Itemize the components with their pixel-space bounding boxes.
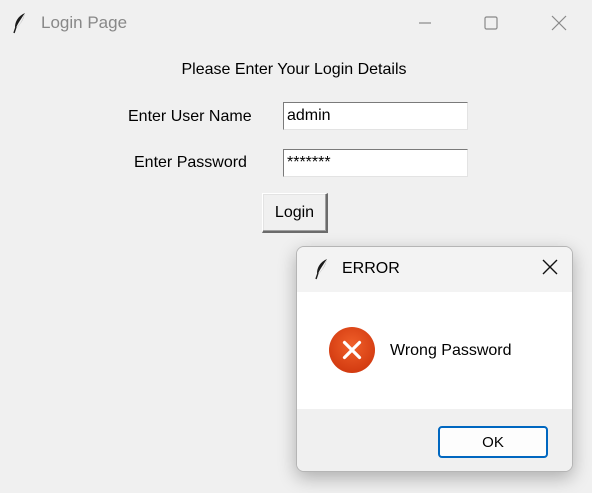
dialog-body: Wrong Password: [297, 292, 572, 409]
feather-icon: [12, 12, 28, 34]
dialog-title: ERROR: [342, 260, 400, 277]
maximize-icon: [484, 16, 498, 30]
username-field[interactable]: [283, 102, 468, 130]
minimize-button[interactable]: [392, 0, 458, 46]
password-field[interactable]: [283, 149, 468, 177]
dialog-footer: OK: [297, 409, 572, 471]
ok-button[interactable]: OK: [438, 426, 548, 458]
close-icon: [551, 15, 567, 31]
form-heading: Please Enter Your Login Details: [181, 61, 407, 78]
dialog-close-button[interactable]: [527, 247, 572, 292]
feather-icon: [314, 258, 330, 280]
error-dialog: ERROR Wrong Password OK: [296, 246, 573, 472]
close-button[interactable]: [526, 0, 592, 46]
window-title: Login Page: [41, 13, 128, 32]
minimize-icon: [418, 16, 432, 30]
error-message: Wrong Password: [390, 342, 512, 359]
close-icon: [542, 259, 558, 280]
username-label: Enter User Name: [128, 108, 252, 125]
login-button[interactable]: Login: [262, 193, 328, 233]
window-titlebar[interactable]: Login Page: [0, 0, 592, 46]
error-icon: [328, 326, 376, 374]
maximize-button[interactable]: [458, 0, 524, 46]
password-label: Enter Password: [134, 154, 247, 171]
dialog-titlebar[interactable]: ERROR: [297, 247, 572, 292]
